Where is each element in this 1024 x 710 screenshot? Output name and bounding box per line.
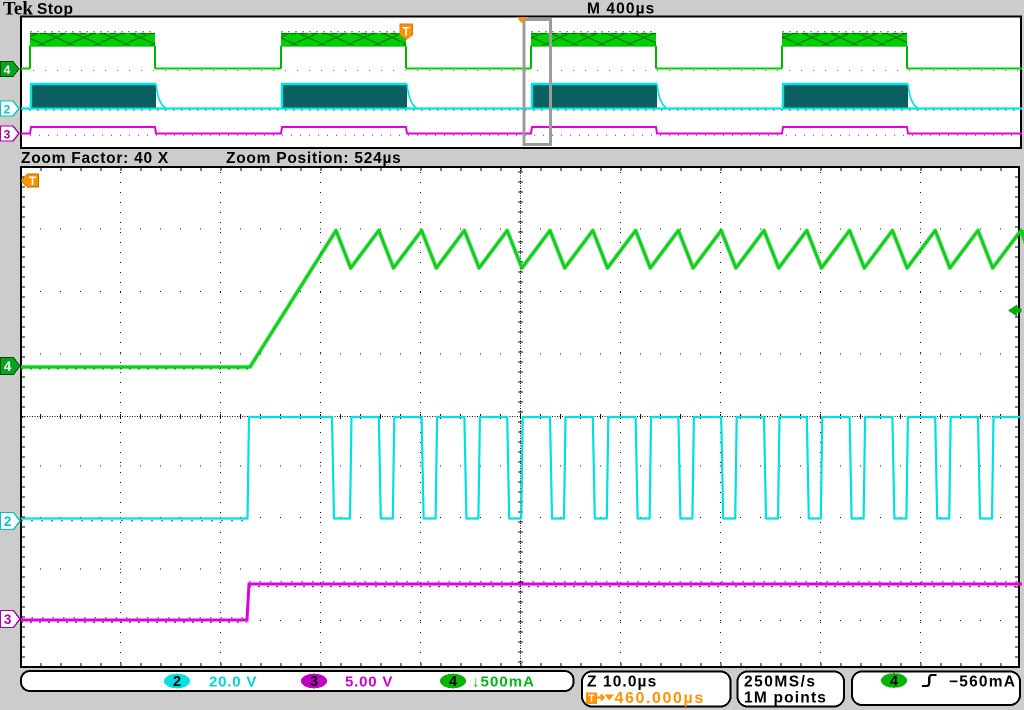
svg-text:T: T bbox=[29, 176, 36, 188]
svg-text:Z 10.0µs: Z 10.0µs bbox=[587, 674, 657, 691]
svg-text:↓500mA: ↓500mA bbox=[472, 674, 535, 691]
svg-text:2: 2 bbox=[4, 103, 11, 117]
svg-text:4: 4 bbox=[449, 674, 457, 690]
svg-text:Zoom Position: 524µs: Zoom Position: 524µs bbox=[226, 150, 402, 167]
svg-text:2: 2 bbox=[4, 514, 12, 529]
svg-text:3: 3 bbox=[310, 674, 318, 690]
svg-text:4: 4 bbox=[4, 63, 11, 77]
svg-text:460.000µs: 460.000µs bbox=[615, 690, 705, 707]
svg-text:5.00 V: 5.00 V bbox=[345, 674, 393, 691]
svg-text:4: 4 bbox=[890, 674, 898, 690]
svg-text:3: 3 bbox=[4, 128, 11, 142]
svg-text:3: 3 bbox=[4, 612, 12, 627]
svg-text:2: 2 bbox=[173, 674, 181, 690]
svg-text:T: T bbox=[403, 27, 410, 39]
svg-text:4: 4 bbox=[4, 359, 12, 374]
svg-text:Zoom Factor: 40 X: Zoom Factor: 40 X bbox=[21, 150, 169, 167]
svg-text:1M points: 1M points bbox=[744, 690, 827, 707]
svg-text:−560mA: −560mA bbox=[949, 674, 1016, 691]
svg-text:M 400µs: M 400µs bbox=[587, 1, 655, 18]
svg-text:Stop: Stop bbox=[37, 1, 73, 18]
svg-text:250MS/s: 250MS/s bbox=[744, 674, 817, 691]
svg-text:20.0 V: 20.0 V bbox=[209, 674, 257, 691]
svg-text:Tek: Tek bbox=[3, 0, 33, 20]
svg-text:T: T bbox=[588, 693, 595, 705]
